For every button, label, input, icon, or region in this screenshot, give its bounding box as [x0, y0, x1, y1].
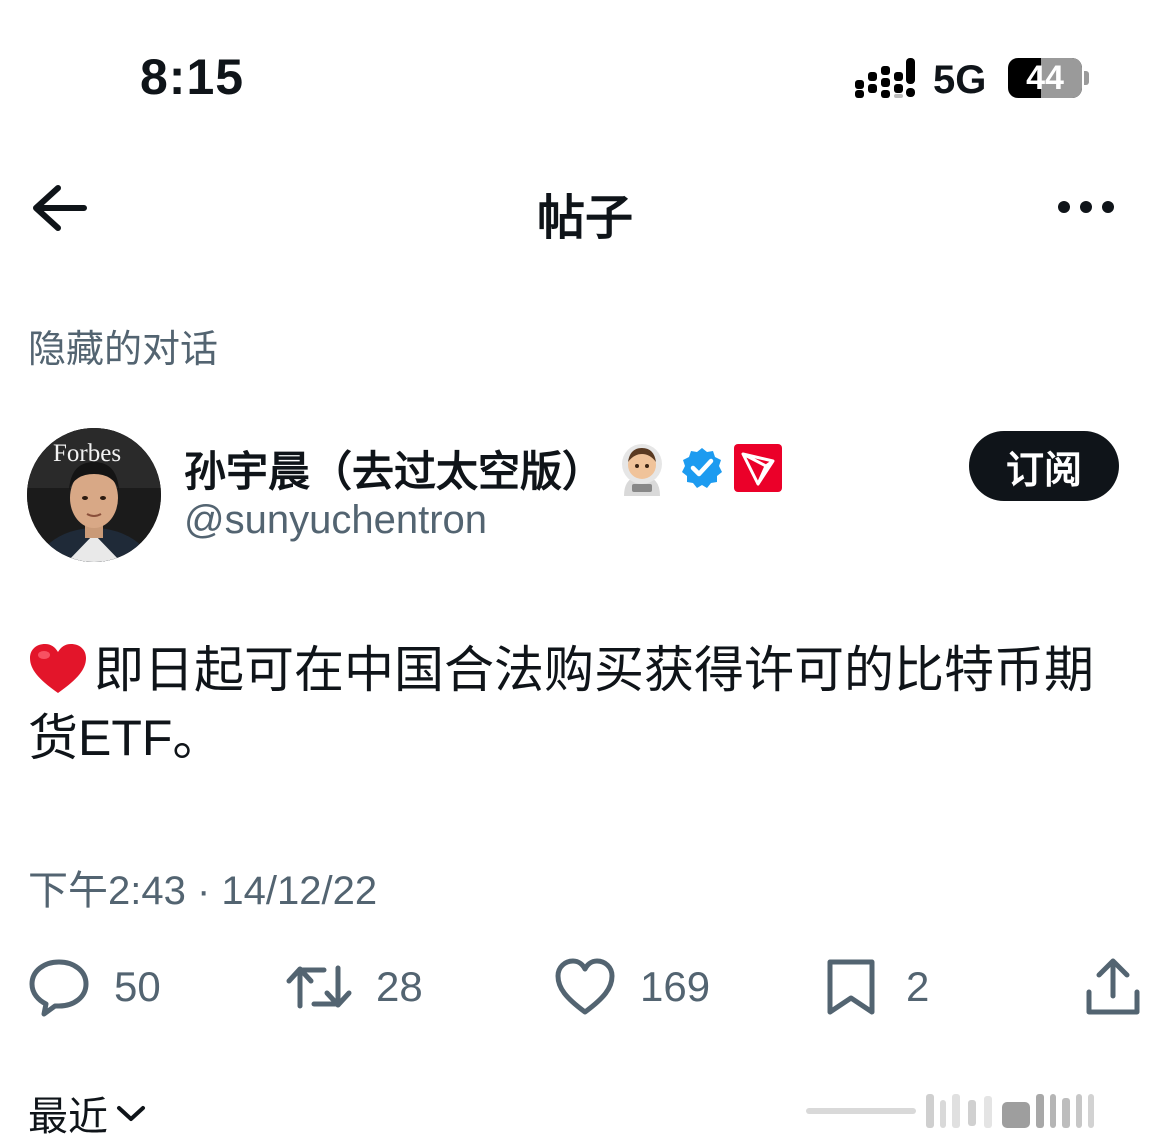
tweet-text-content: 即日起可在中国合法购买获得许可的比特币期货ETF。 [28, 642, 1094, 766]
status-time: 8:15 [140, 49, 245, 105]
like-icon [555, 958, 615, 1015]
tweet-text: 即日起可在中国合法购买获得许可的比特币期货ETF。 [28, 636, 1138, 772]
network-type: 5G [933, 58, 987, 102]
share-icon[interactable] [1084, 956, 1142, 1018]
more-icon[interactable] [1056, 196, 1116, 218]
sort-label: 最近 [28, 1095, 108, 1139]
watermark-graphic [806, 1094, 1094, 1128]
reply-button[interactable]: 50 [28, 954, 161, 1020]
reply-count: 50 [114, 963, 161, 1010]
battery-level: 44 [1026, 59, 1064, 97]
bookmark-button[interactable]: 2 [820, 954, 929, 1020]
tron-logo-icon [734, 444, 783, 492]
page-title: 帖子 [536, 192, 633, 245]
like-count: 169 [640, 963, 711, 1010]
retweet-button[interactable]: 28 [286, 954, 423, 1020]
astronaut-emoji-icon [622, 444, 663, 496]
retweet-count: 28 [376, 963, 423, 1010]
verified-badge-icon[interactable] [680, 446, 724, 490]
chevron-down-icon [117, 1106, 145, 1121]
retweet-icon [286, 965, 352, 1009]
signal-icon [855, 58, 915, 98]
author-handle[interactable]: @sunyuchentron [184, 498, 487, 543]
bookmark-icon [827, 959, 875, 1015]
battery-icon: 44 [1008, 58, 1089, 100]
reply-icon [29, 959, 89, 1017]
author-name-row[interactable]: 孙宇晨（去过太空版） [184, 438, 783, 499]
subscribe-button[interactable]: 订阅 [969, 431, 1119, 501]
heart-emoji-icon [30, 644, 86, 693]
bookmark-count: 2 [906, 963, 930, 1010]
author-name[interactable]: 孙宇晨（去过太空版） [184, 438, 604, 499]
hidden-conversation-link[interactable]: 隐藏的对话 [28, 318, 218, 373]
avatar[interactable]: Forbes [27, 428, 161, 562]
tweet-timestamp[interactable]: 下午2:43 · 14/12/22 [28, 858, 377, 916]
sort-dropdown[interactable]: 最近 [28, 1084, 146, 1142]
avatar-text: Forbes [53, 440, 122, 467]
like-button[interactable]: 169 [554, 954, 710, 1020]
